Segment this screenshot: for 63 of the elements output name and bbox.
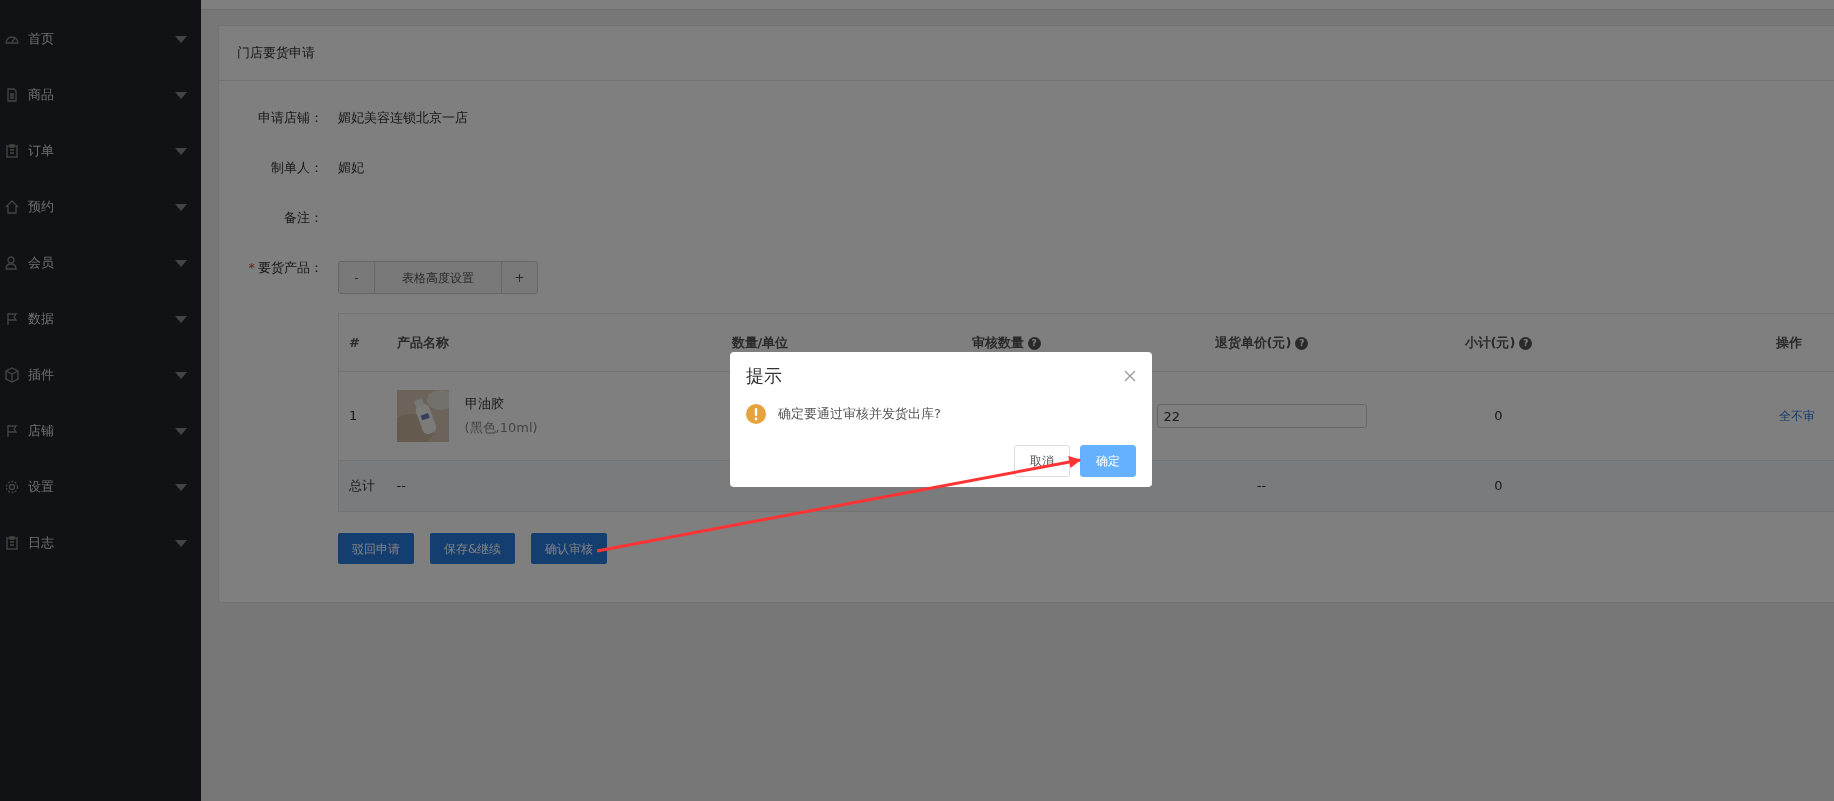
sidebar-item[interactable]: 商品 [0, 67, 201, 123]
summary-label: 总计 [349, 478, 375, 494]
price-input[interactable]: 22 [1156, 404, 1367, 428]
dialog-message: 确定要通过审核并发货出库? [778, 405, 941, 424]
gear-icon [4, 479, 20, 495]
caret-icon [175, 427, 187, 435]
caret-icon [175, 371, 187, 379]
field-label: 要货产品： [258, 260, 323, 275]
table-cell: 0 [1381, 371, 1616, 461]
flag-icon [4, 423, 20, 439]
column-header: 小计(元) ? [1381, 313, 1616, 372]
sidebar-item[interactable]: 首页 [0, 11, 201, 67]
sidebar-item[interactable]: 会员 [0, 235, 201, 291]
plus-button[interactable]: + [502, 262, 537, 293]
user-icon [4, 255, 20, 271]
product-variant: (黑色,10ml) [464, 419, 538, 437]
required-mark: * [248, 260, 255, 275]
sidebar-item[interactable]: 店铺 [0, 403, 201, 459]
control-label: 表格高度设置 [374, 262, 502, 293]
caret-icon [175, 91, 187, 99]
panel-title: 门店要货申请 [237, 44, 315, 63]
warning-icon [746, 404, 766, 424]
action-button[interactable]: 保存&继续 [430, 533, 516, 564]
flag-icon [4, 311, 20, 327]
caret-icon [175, 147, 187, 155]
caret-icon [175, 259, 187, 267]
action-button[interactable]: 确认审核 [531, 533, 608, 564]
clipboard-icon [4, 143, 20, 159]
sidebar-item[interactable]: 日志 [0, 515, 201, 571]
field-label: 备注： [284, 210, 323, 225]
table-cell: 1 [338, 371, 387, 461]
caret-icon [175, 35, 187, 43]
column-header: 操作 [1615, 313, 1834, 372]
action-button[interactable]: 驳回申请 [338, 533, 414, 564]
help-icon: ? [1519, 337, 1533, 350]
product-name: 甲油胶 [464, 395, 505, 413]
close-icon[interactable] [1124, 370, 1136, 382]
minus-button[interactable]: - [339, 262, 374, 293]
summary-cell: 0 [1494, 478, 1503, 494]
sidebar-item[interactable]: 设置 [0, 459, 201, 515]
confirm-button[interactable]: 确定 [1080, 445, 1136, 477]
field-label: 制单人： [271, 160, 323, 175]
cube-icon [4, 367, 20, 383]
document-icon [4, 87, 20, 103]
summary-cell: -- [396, 478, 406, 494]
home-icon [4, 199, 20, 215]
caret-icon [175, 315, 187, 323]
field-value: 媚妃 [338, 159, 364, 177]
sidebar-item[interactable]: 预约 [0, 179, 201, 235]
caret-icon [175, 203, 187, 211]
field-label: 申请店铺： [258, 110, 323, 125]
help-icon: ? [1027, 337, 1041, 350]
column-header: # [338, 313, 387, 372]
sidebar-item[interactable]: 插件 [0, 347, 201, 403]
column-header: 产品名称 [386, 313, 722, 372]
clipboard-icon [4, 535, 20, 551]
help-icon: ? [1295, 337, 1309, 350]
action-link[interactable]: 全不审 [1778, 409, 1815, 424]
sidebar-item[interactable]: 订单 [0, 123, 201, 179]
summary-cell: -- [1256, 478, 1267, 494]
sidebar-item[interactable]: 数据 [0, 291, 201, 347]
caret-icon [175, 483, 187, 491]
caret-icon [175, 539, 187, 547]
